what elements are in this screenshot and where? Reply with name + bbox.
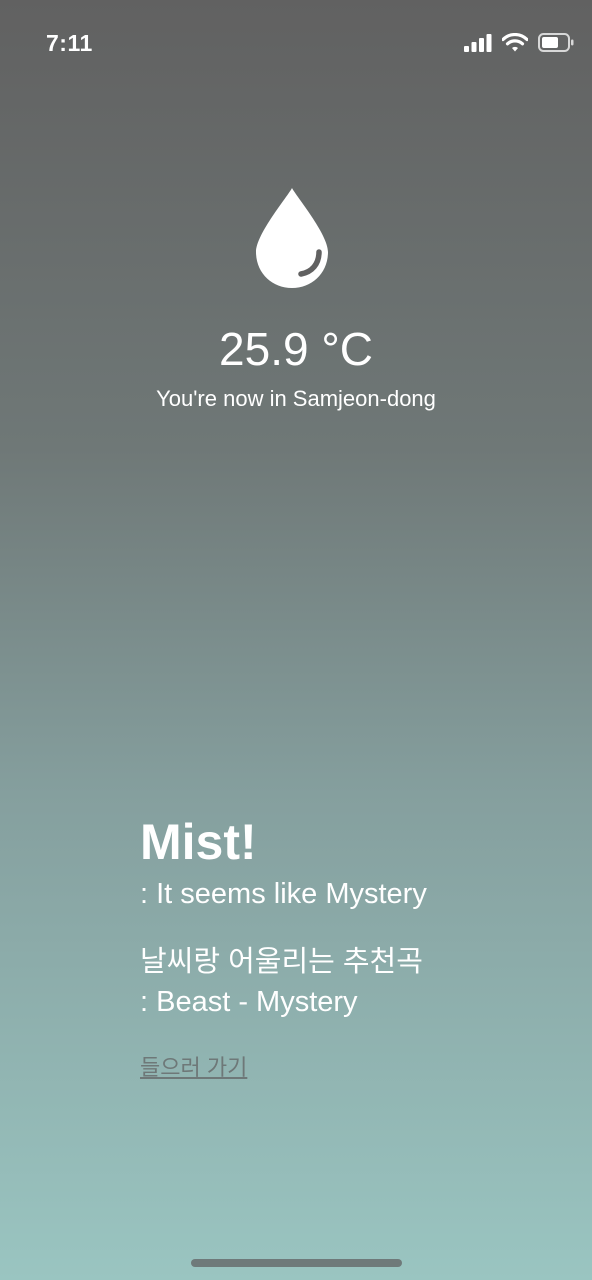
temperature-value: 25.9 °C: [219, 323, 373, 375]
recommendation-heading: 날씨랑 어울리는 추천곡: [140, 946, 423, 978]
location-text: You're now in Samjeon-dong: [156, 386, 436, 411]
status-bar: 7:11: [0, 0, 592, 86]
condition-title: Mist!: [140, 814, 257, 870]
wifi-icon: [501, 32, 529, 57]
battery-icon: [538, 33, 574, 57]
recommended-song: : Beast - Mystery: [140, 986, 358, 1018]
condition-description: : It seems like Mystery: [140, 878, 427, 910]
cellular-signal-icon: [464, 33, 492, 57]
listen-link[interactable]: 들으러 가기: [140, 1050, 247, 1082]
status-time: 7:11: [46, 30, 93, 56]
water-drop-icon: [254, 186, 330, 290]
home-indicator[interactable]: [191, 1259, 402, 1267]
weather-details: Mist! : It seems like Mystery 날씨랑 어울리는 추…: [140, 812, 580, 1082]
status-icons: [464, 32, 574, 57]
